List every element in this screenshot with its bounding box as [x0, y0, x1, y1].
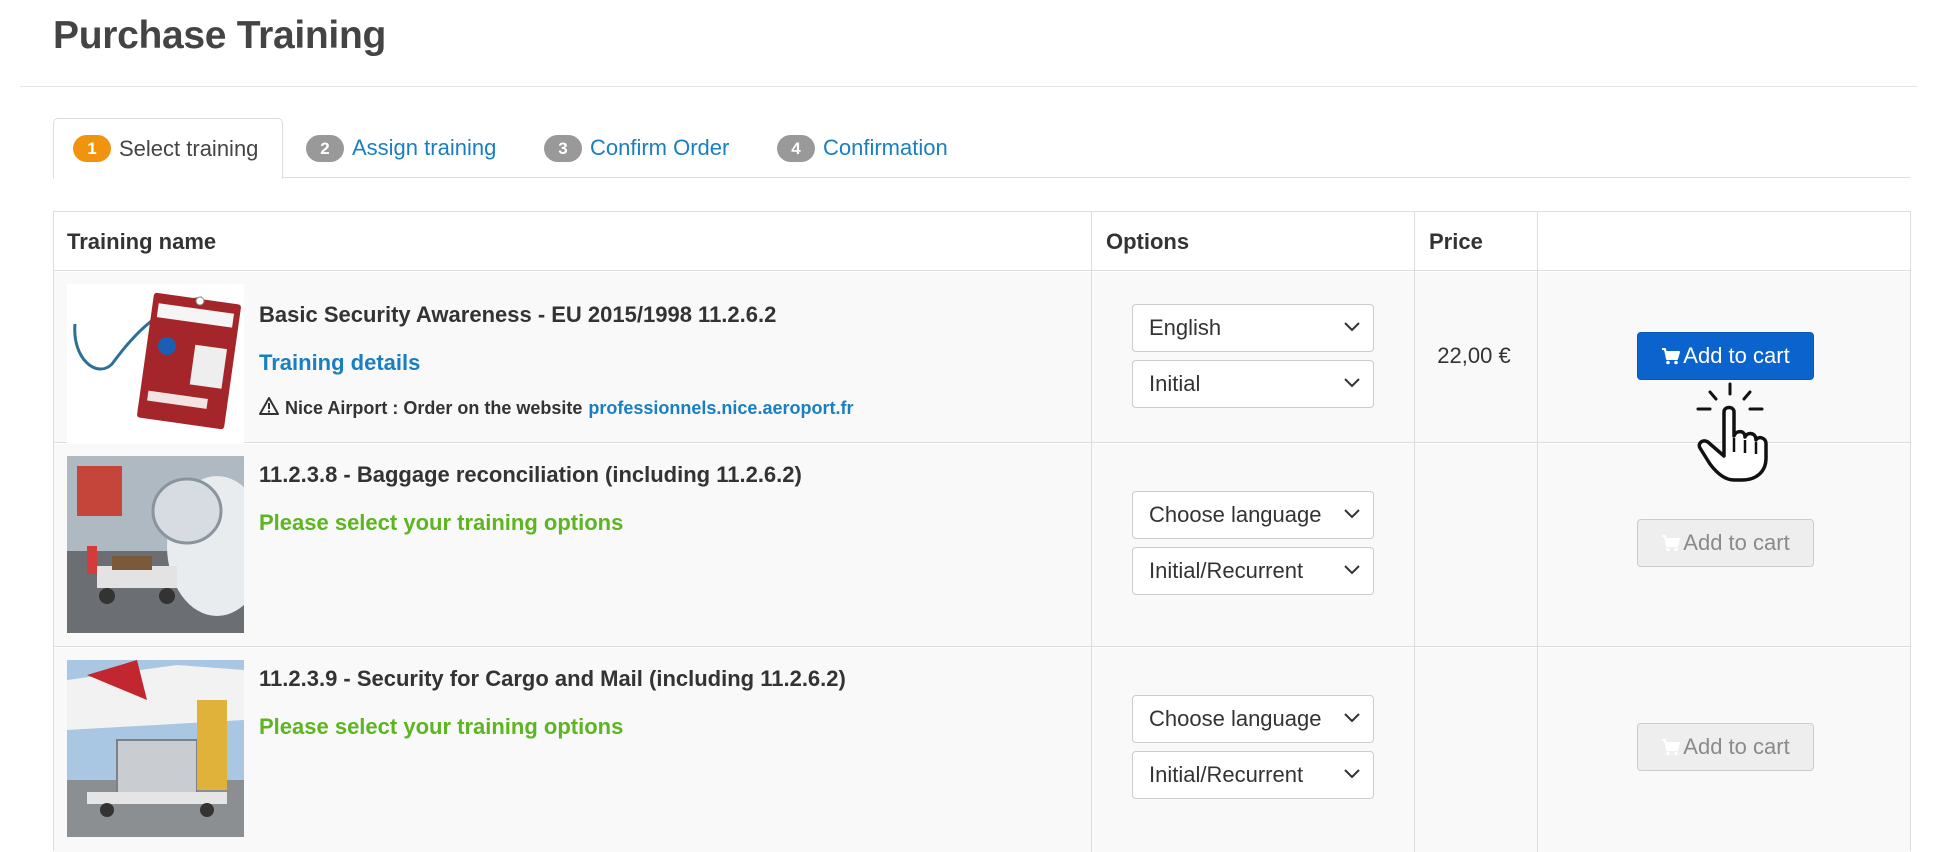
tab-label: Select training — [119, 135, 259, 161]
website-link[interactable]: professionnels.nice.aeroport.fr — [588, 398, 853, 419]
step-number-badge: 3 — [544, 134, 582, 162]
tab-label: Confirm Order — [590, 135, 730, 160]
training-price: 22,00 € — [1437, 343, 1511, 368]
language-select[interactable]: English — [1132, 304, 1374, 352]
training-type-select-value: Initial/Recurrent — [1149, 558, 1304, 583]
add-to-cart-button[interactable]: Add to cart — [1637, 519, 1814, 567]
page-title: Purchase Training — [53, 14, 387, 57]
column-divider — [1091, 212, 1092, 852]
tab-label: Confirmation — [823, 135, 948, 160]
column-header-training-name: Training name — [67, 229, 217, 254]
tab-confirm-order[interactable]: 3 Confirm Order — [544, 118, 729, 178]
training-type-select-value: Initial/Recurrent — [1149, 762, 1304, 787]
chevron-down-icon — [1344, 769, 1360, 779]
table-row: 11.2.3.9 - Security for Cargo and Mail (… — [54, 648, 1910, 852]
step-number-badge: 4 — [777, 134, 815, 162]
training-title: 11.2.3.9 - Security for Cargo and Mail (… — [259, 666, 846, 691]
baggage-loading-image — [67, 456, 244, 633]
airport-badge-image — [67, 284, 244, 461]
training-title: Basic Security Awareness - EU 2015/1998 … — [259, 302, 777, 327]
add-to-cart-label: Add to cart — [1683, 530, 1790, 555]
column-divider — [1537, 212, 1538, 852]
tab-label: Assign training — [352, 135, 497, 160]
cargo-loading-image — [67, 660, 244, 837]
add-to-cart-button[interactable]: Add to cart — [1637, 332, 1814, 380]
training-type-select[interactable]: Initial — [1132, 360, 1374, 408]
chevron-down-icon — [1344, 322, 1360, 332]
chevron-down-icon — [1344, 713, 1360, 723]
add-to-cart-label: Add to cart — [1683, 734, 1790, 759]
training-title: 11.2.3.8 - Baggage reconciliation (inclu… — [259, 462, 802, 487]
tab-confirmation[interactable]: 4 Confirmation — [777, 118, 948, 178]
tab-assign-training[interactable]: 2 Assign training — [306, 118, 496, 178]
table-row: Basic Security Awareness - EU 2015/1998 … — [54, 272, 1910, 461]
header-divider — [20, 86, 1918, 87]
language-select[interactable]: Choose language — [1132, 695, 1374, 743]
step-tabs: 1 Select training 2 Assign training 3 Co… — [53, 118, 1910, 179]
table-header: Training name Options Price — [54, 212, 1910, 271]
order-notice: Nice Airport : Order on the website prof… — [259, 397, 853, 420]
tab-select-training[interactable]: 1 Select training — [53, 118, 283, 179]
cart-icon — [1662, 739, 1681, 756]
language-select-value: English — [1149, 315, 1222, 340]
training-table: Training name Options Price Basic Securi… — [53, 211, 1911, 852]
column-header-price: Price — [1429, 229, 1483, 254]
step-number-badge: 1 — [73, 135, 111, 162]
select-options-hint: Please select your training options — [259, 714, 624, 739]
chevron-down-icon — [1344, 509, 1360, 519]
column-header-action — [1539, 212, 1552, 271]
cart-icon — [1662, 535, 1681, 552]
training-type-select[interactable]: Initial/Recurrent — [1132, 547, 1374, 595]
chevron-down-icon — [1344, 378, 1360, 388]
training-type-select[interactable]: Initial/Recurrent — [1132, 751, 1374, 799]
column-header-options: Options — [1106, 229, 1190, 254]
warning-icon — [259, 397, 279, 420]
language-select[interactable]: Choose language — [1132, 491, 1374, 539]
training-type-select-value: Initial — [1149, 371, 1201, 396]
select-options-hint: Please select your training options — [259, 510, 624, 535]
add-to-cart-label: Add to cart — [1683, 343, 1790, 368]
add-to-cart-button[interactable]: Add to cart — [1637, 723, 1814, 771]
column-divider — [1414, 212, 1415, 852]
language-select-value: Choose language — [1149, 706, 1322, 731]
table-row: 11.2.3.8 - Baggage reconciliation (inclu… — [54, 444, 1910, 647]
training-details-link[interactable]: Training details — [259, 350, 420, 376]
language-select-value: Choose language — [1149, 502, 1322, 527]
cart-icon — [1662, 348, 1681, 365]
notice-text: Nice Airport : Order on the website — [285, 398, 583, 418]
purchase-training-page: Purchase Training 1 Select training 2 As… — [0, 0, 1950, 852]
chevron-down-icon — [1344, 565, 1360, 575]
step-number-badge: 2 — [306, 134, 344, 162]
